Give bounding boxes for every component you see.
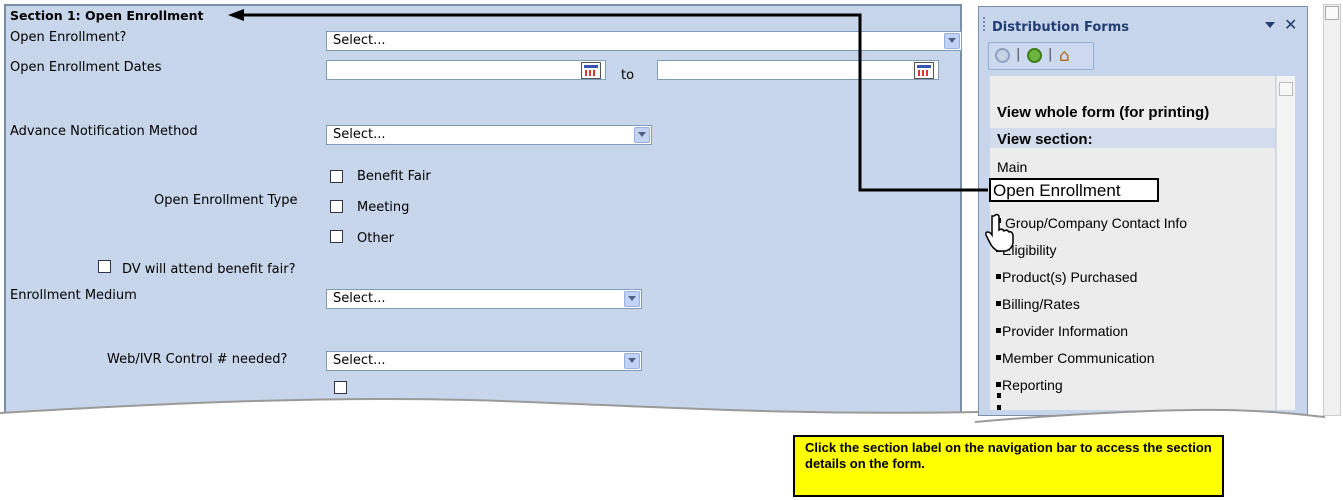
annotation-arrow bbox=[228, 9, 988, 192]
instruction-callout: Click the section label on the navigatio… bbox=[793, 435, 1224, 497]
